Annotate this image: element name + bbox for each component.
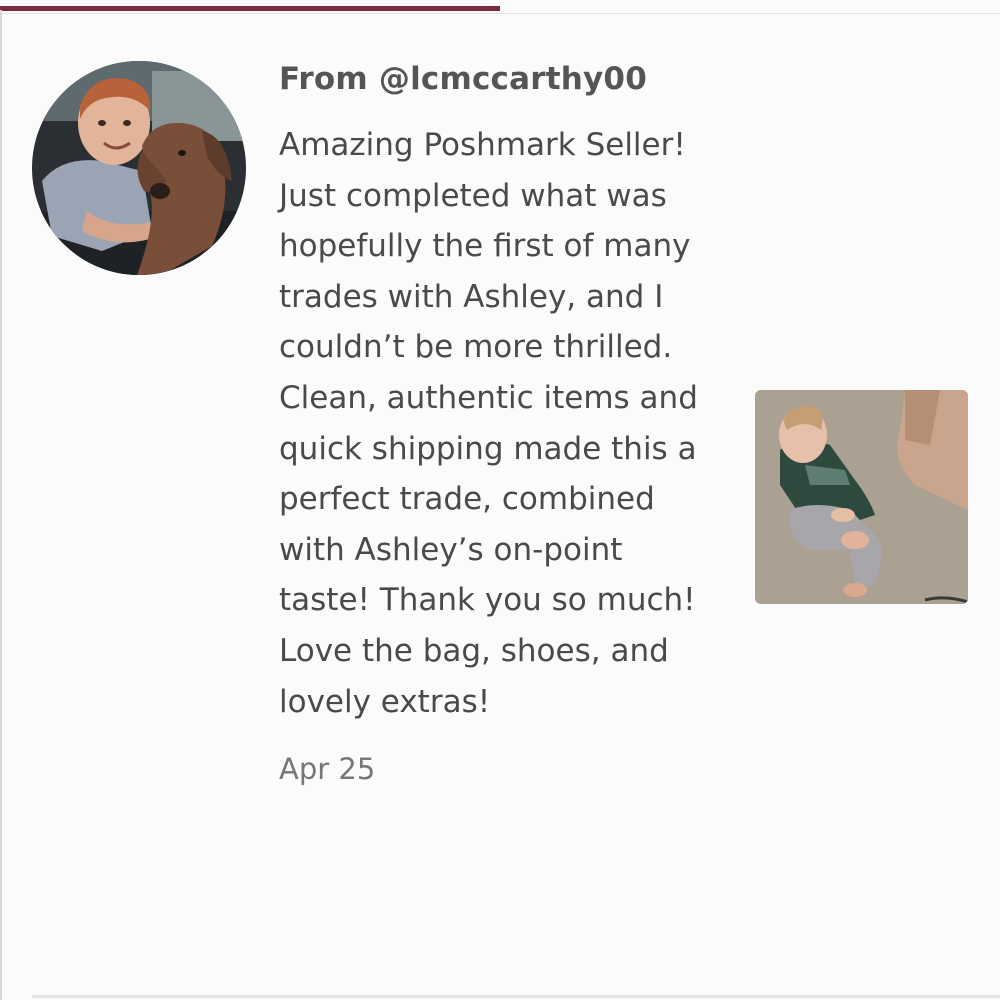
review-text: Amazing Poshmark Seller! Just completed … — [279, 127, 698, 720]
review-author[interactable]: From @lcmccarthy00 — [279, 58, 709, 100]
tab-bar — [0, 0, 1000, 14]
review-date: Apr 25 — [279, 752, 376, 787]
avatar-photo-icon — [32, 61, 246, 275]
bottom-divider — [32, 995, 1000, 998]
active-tab-indicator — [0, 6, 500, 11]
review-photo-thumbnail-icon — [755, 390, 968, 604]
review-card: From @lcmccarthy00 Amazing Poshmark Sell… — [0, 14, 1000, 998]
review-photo[interactable] — [755, 390, 968, 604]
user-avatar[interactable] — [32, 61, 246, 275]
review-body: From @lcmccarthy00 Amazing Poshmark Sell… — [279, 58, 709, 789]
